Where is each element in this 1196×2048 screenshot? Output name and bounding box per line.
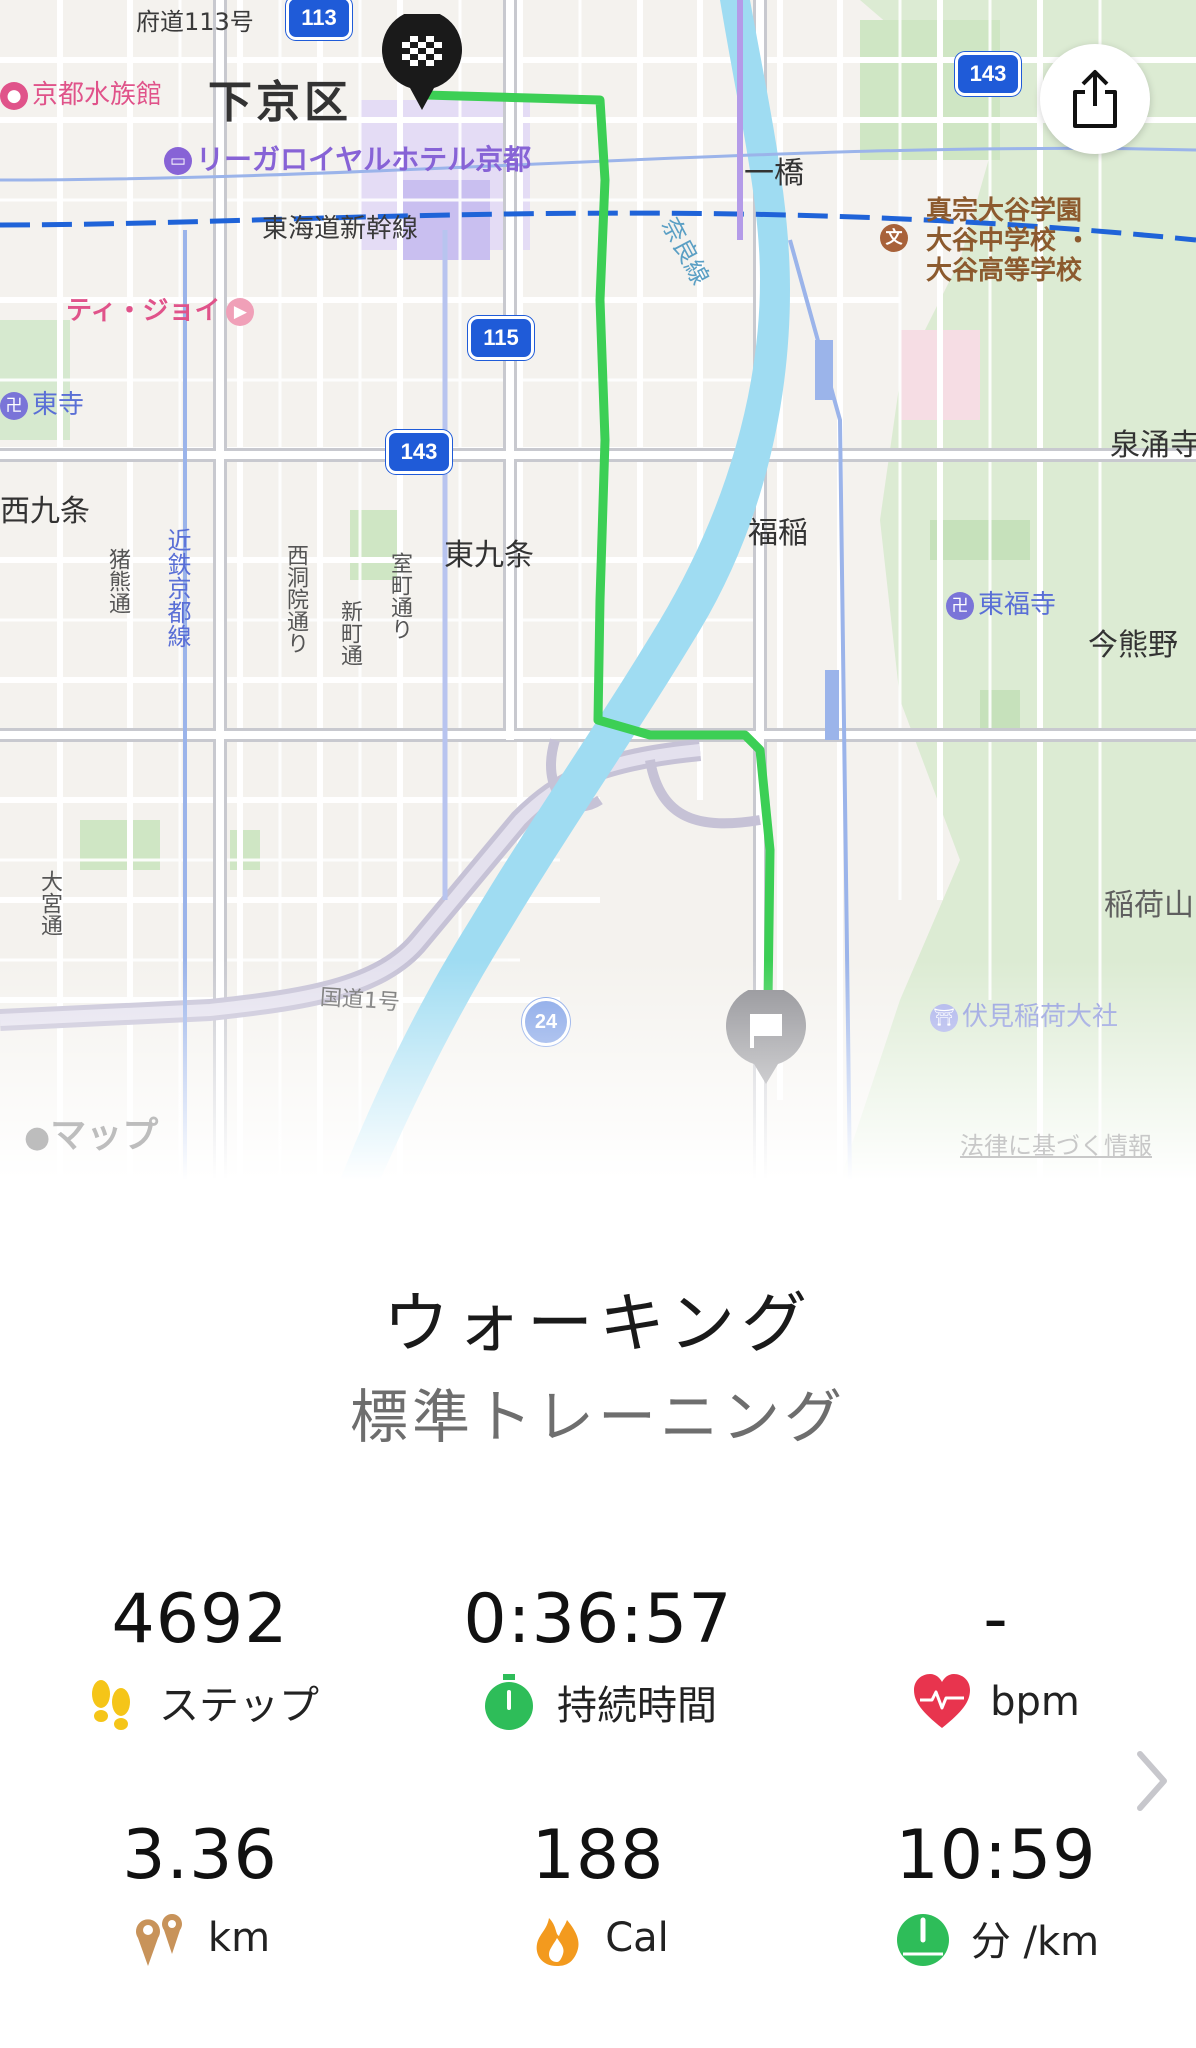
- stat-pace: 10:59 分 /km: [796, 1816, 1196, 1968]
- workout-title: ウォーキング: [382, 1285, 814, 1362]
- flame-icon: [536, 1918, 579, 1966]
- duration-label: 持続時間: [557, 1683, 717, 1729]
- bed-icon: ▭: [164, 147, 192, 175]
- route-shield-115: 115: [468, 316, 534, 360]
- poi-aquarium[interactable]: ● 京都水族館: [0, 74, 162, 111]
- heart-rate-value: -: [983, 1580, 1009, 1659]
- chevron-right-icon[interactable]: [1132, 1748, 1172, 1814]
- school-name-3: 大谷高等学校: [926, 256, 1083, 286]
- stat-steps: 4692 ステップ: [0, 1580, 400, 1732]
- stopwatch-icon: [485, 1674, 533, 1730]
- pace-value: 10:59: [895, 1816, 1097, 1895]
- movie-icon: ▶: [226, 297, 255, 326]
- label-nishikujo: 西九条: [0, 494, 90, 529]
- label-omiya-dori: 大宮通: [37, 870, 62, 936]
- apple-logo-icon: ●: [24, 1120, 51, 1155]
- label-shinkansen: 東海道新幹線: [262, 214, 419, 244]
- finish-marker[interactable]: [380, 9, 464, 112]
- route-shield-113: 113: [286, 0, 352, 40]
- poi-fushimi-inari[interactable]: ⛩ 伏見稲荷大社: [930, 996, 1118, 1033]
- label-inariyama: 稲荷山: [1104, 888, 1194, 923]
- label-imakumano: 今熊野: [1088, 628, 1178, 663]
- route-shield-143-west: 143: [386, 430, 452, 474]
- stat-heart-rate: - bpm: [796, 1580, 1196, 1732]
- school-name-1: 真宗大谷学園: [926, 196, 1083, 226]
- calories-label: Cal: [605, 1915, 669, 1961]
- footprints-icon: [92, 1680, 130, 1730]
- heart-rate-label: bpm: [990, 1679, 1080, 1725]
- workout-subtitle: 標準トレーニング: [349, 1383, 846, 1451]
- poi-tofukuji[interactable]: 卍東福寺: [946, 584, 1056, 621]
- steps-label: ステップ: [159, 1683, 319, 1729]
- poi-toji[interactable]: 卍東寺: [0, 384, 84, 421]
- poi-hotel[interactable]: ▭ リーガロイヤルホテル京都: [164, 138, 531, 178]
- label-fudou-113: 府道113号: [136, 8, 254, 36]
- poi-otani-school[interactable]: 文 真宗大谷学園 大谷中学校 ・ 大谷高等学校: [880, 196, 1091, 286]
- school-name-2: 大谷中学校 ・: [926, 226, 1092, 256]
- route-shield-143-east: 143: [955, 52, 1021, 96]
- share-icon: [1073, 70, 1117, 128]
- maps-attribution-text: マップ: [50, 1115, 159, 1156]
- label-nishinotoin-dori: 西洞院通り: [283, 544, 308, 654]
- steps-value: 4692: [111, 1580, 289, 1659]
- heart-rate-icon: [914, 1674, 971, 1728]
- label-inokuma-dori: 猪熊通: [105, 548, 130, 614]
- shrine-icon: ⛩: [930, 1003, 958, 1032]
- route-map[interactable]: 113 143 115 143 24 府道113号 ● 京都水族館 下京区 ▭ リー…: [0, 0, 1196, 1180]
- temple-icon: 卍: [946, 591, 974, 620]
- pace-label: 分 /km: [970, 1919, 1100, 1965]
- maps-attribution[interactable]: ●マップ: [24, 1106, 158, 1158]
- school-icon: 文: [880, 224, 908, 252]
- label-kokudo-1: 国道1号: [319, 985, 401, 1016]
- distance-value: 3.36: [122, 1816, 278, 1895]
- stat-distance: 3.36 km: [0, 1816, 400, 1968]
- stat-calories: 188 Cal: [398, 1816, 798, 1968]
- label-kintetsu-line: 近鉄京都線: [163, 528, 191, 648]
- poi-tjoy[interactable]: ティ・ジョイ ▶: [66, 290, 258, 327]
- label-muromachi-dori: 室町通り: [387, 552, 412, 640]
- label-fukuine: 福稲: [748, 516, 808, 551]
- label-higashikujo: 東九条: [444, 538, 534, 573]
- distance-label: km: [207, 1915, 271, 1961]
- share-button[interactable]: [1040, 44, 1150, 154]
- duration-value: 0:36:57: [463, 1580, 733, 1659]
- speedometer-icon: [896, 1914, 949, 1966]
- temple-icon: 卍: [0, 391, 28, 420]
- aquarium-icon: ●: [0, 81, 28, 110]
- stat-duration: 0:36:57 持続時間: [398, 1580, 798, 1732]
- route-shield-24: 24: [522, 998, 570, 1046]
- legal-info-link[interactable]: 法律に基づく情報: [960, 1126, 1152, 1161]
- start-marker[interactable]: [724, 985, 808, 1086]
- label-ichihashi: 一橋: [744, 156, 804, 191]
- checkered-flag-icon: [382, 9, 462, 111]
- location-pins-icon: [135, 1914, 182, 1966]
- label-shimogyo-ward: 下京区: [208, 77, 352, 128]
- flag-icon: [726, 985, 806, 1084]
- label-sennyuji: 泉涌寺: [1110, 428, 1196, 463]
- label-shinmachi-dori: 新町通: [337, 600, 362, 666]
- calories-value: 188: [531, 1816, 665, 1895]
